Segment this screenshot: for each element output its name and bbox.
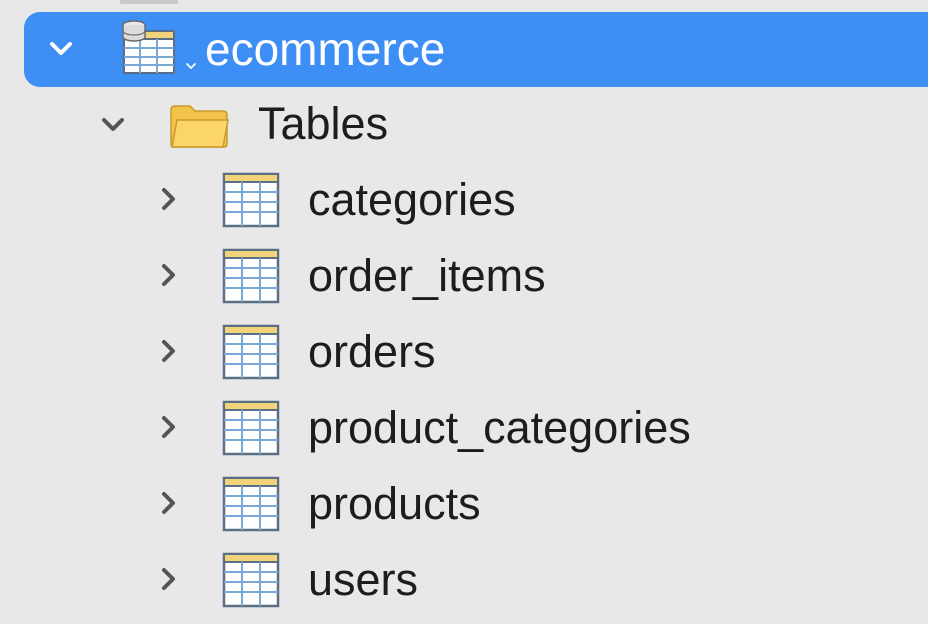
chevron-down-icon[interactable] [46, 34, 76, 64]
table-icon [222, 552, 280, 608]
database-table-icon [118, 17, 178, 77]
tree-item-table[interactable]: product_categories [0, 390, 928, 465]
tree-item-table[interactable]: order_items [0, 238, 928, 313]
table-icon [222, 400, 280, 456]
chevron-right-icon[interactable] [154, 260, 184, 290]
tree-item-table[interactable]: users [0, 542, 928, 617]
table-icon [222, 324, 280, 380]
tables-group-label: Tables [258, 98, 389, 149]
chevron-right-icon[interactable] [154, 412, 184, 442]
table-label: users [308, 554, 419, 605]
tree-item-database[interactable]: ecommerce [24, 12, 928, 87]
table-icon [222, 172, 280, 228]
chevron-down-icon[interactable] [98, 110, 128, 140]
tree-item-table[interactable]: products [0, 466, 928, 541]
tree-item-table[interactable]: orders [0, 314, 928, 389]
chevron-right-icon[interactable] [154, 336, 184, 366]
chevron-right-icon[interactable] [154, 184, 184, 214]
tree-item-table[interactable]: categories [0, 162, 928, 237]
chevron-right-icon[interactable] [154, 564, 184, 594]
chevron-down-small-icon [184, 59, 198, 73]
previous-row-edge [120, 0, 178, 4]
tree-item-tables-group[interactable]: Tables [0, 86, 928, 161]
table-label: product_categories [308, 402, 691, 453]
database-name: ecommerce [205, 23, 446, 75]
chevron-right-icon[interactable] [154, 488, 184, 518]
table-label: categories [308, 174, 516, 225]
table-label: orders [308, 326, 436, 377]
table-label: order_items [308, 250, 546, 301]
table-icon [222, 248, 280, 304]
folder-icon [168, 102, 230, 150]
table-icon [222, 476, 280, 532]
table-label: products [308, 478, 481, 529]
